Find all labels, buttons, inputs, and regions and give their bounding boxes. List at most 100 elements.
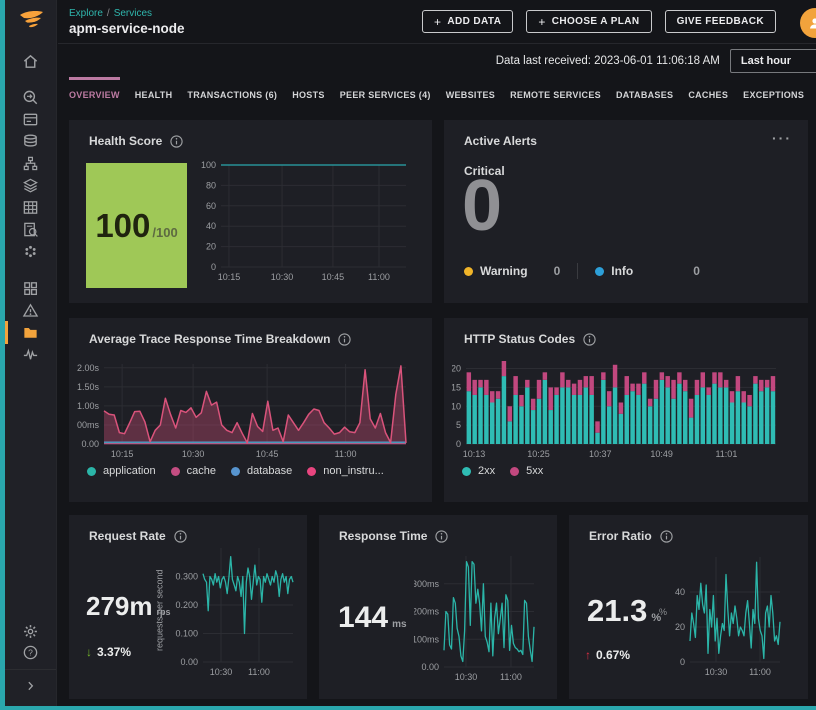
add-data-button[interactable]: + ADD DATA xyxy=(421,10,514,33)
tab-peer-services-4[interactable]: PEER SERVICES (4) xyxy=(340,77,431,110)
solarwinds-swoosh-icon xyxy=(19,11,43,28)
sidebar-item-apps[interactable] xyxy=(5,279,57,298)
give-feedback-button[interactable]: GIVE FEEDBACK xyxy=(664,10,776,33)
error-ratio-trend: ↑ 0.67% xyxy=(585,648,631,662)
breadcrumb-explore[interactable]: Explore xyxy=(69,8,103,19)
request-rate-trend: ↓ 3.37% xyxy=(86,645,132,659)
sidebar-expand-button[interactable] xyxy=(5,670,56,701)
alerts-summary-row: Warning 0 Info 0 xyxy=(464,263,700,279)
warning-label: Warning xyxy=(480,264,528,278)
svg-text:300ms: 300ms xyxy=(414,579,439,589)
http-status-legend: 2xx 5xx xyxy=(462,465,543,477)
help-icon: ? xyxy=(23,645,38,659)
warning-dot xyxy=(464,266,473,276)
svg-text:0: 0 xyxy=(680,657,685,667)
topology-icon xyxy=(23,156,38,171)
legend-dot xyxy=(462,466,471,476)
legend-item-application[interactable]: application xyxy=(87,465,156,477)
explore-icon xyxy=(23,90,38,105)
tab-health[interactable]: HEALTH xyxy=(135,77,173,110)
legend-item-non-instru-[interactable]: non_instru... xyxy=(307,465,384,477)
svg-text:100: 100 xyxy=(201,160,216,170)
svg-text:0.00: 0.00 xyxy=(81,439,99,449)
sidebar-item-database[interactable] xyxy=(5,132,57,151)
health-score-value: 100 xyxy=(95,206,151,244)
sidebar-item-panel[interactable] xyxy=(5,110,57,129)
svg-text:5: 5 xyxy=(456,420,461,430)
sidebar-item-log-search[interactable] xyxy=(5,220,57,239)
legend-item-cache[interactable]: cache xyxy=(170,465,216,477)
svg-text:0.00: 0.00 xyxy=(421,662,439,672)
legend-item-5xx[interactable]: 5xx xyxy=(510,465,543,477)
tab-hosts[interactable]: HOSTS xyxy=(292,77,325,110)
svg-text:10:15: 10:15 xyxy=(218,272,241,282)
breadcrumb-separator: / xyxy=(106,7,110,19)
critical-count: 0 xyxy=(462,166,503,246)
health-score-value-box: 100 /100 xyxy=(86,163,187,288)
svg-text:20: 20 xyxy=(452,364,461,374)
info-icon[interactable] xyxy=(660,529,673,543)
time-range-picker[interactable]: Last hour xyxy=(729,48,816,73)
legend-item-2xx[interactable]: 2xx xyxy=(462,465,495,477)
sidebar-item-services-folder[interactable] xyxy=(4,320,57,344)
pulse-icon xyxy=(23,347,38,359)
health-score-chart: 0 20 40 60 80 100 10:15 10:30 10:45 11:00 xyxy=(201,160,406,282)
svg-text:10:30: 10:30 xyxy=(455,672,478,682)
tab-exceptions[interactable]: EXCEPTIONS xyxy=(743,77,804,110)
sidebar-item-pulse[interactable] xyxy=(5,345,57,364)
sidebar-item-alerts[interactable] xyxy=(5,301,57,320)
info-icon[interactable] xyxy=(170,134,184,148)
page-title: apm-service-node xyxy=(69,20,185,36)
info-icon[interactable] xyxy=(174,529,187,543)
sidebar-item-table[interactable] xyxy=(5,198,57,217)
svg-text:11:00: 11:00 xyxy=(335,449,357,459)
svg-text:10:45: 10:45 xyxy=(322,272,345,282)
trace-breakdown-chart: 0.00 500ms 1.00s 1.50s 2.00s 10:15 10:30 10:45 1… xyxy=(77,363,407,459)
data-last-received: Data last received: 2023-06-01 11:06:18 … xyxy=(495,54,720,67)
tab-remote-services[interactable]: REMOTE SERVICES xyxy=(510,77,601,110)
breadcrumb-services[interactable]: Services xyxy=(114,8,152,19)
table-icon xyxy=(23,201,38,214)
svg-text:11:00: 11:00 xyxy=(500,672,522,682)
info-icon[interactable] xyxy=(435,529,449,543)
sidebar-item-settings[interactable] xyxy=(5,622,57,641)
info-icon[interactable] xyxy=(338,332,352,346)
sidebar-item-cluster[interactable] xyxy=(5,242,57,261)
time-range-label: Last hour xyxy=(740,54,791,67)
tab-websites[interactable]: WEBSITES xyxy=(446,77,495,110)
database-icon xyxy=(24,134,37,147)
sidebar-item-topology[interactable] xyxy=(5,154,57,173)
choose-a-plan-button[interactable]: + CHOOSE A PLAN xyxy=(526,10,652,33)
sidebar-item-help[interactable]: ? xyxy=(5,643,57,662)
tab-transactions-6[interactable]: TRANSACTIONS (6) xyxy=(187,77,277,110)
chevron-right-icon xyxy=(28,681,34,691)
plus-icon: + xyxy=(538,14,546,29)
svg-text:10:25: 10:25 xyxy=(527,449,550,459)
health-score-panel-title: Health Score xyxy=(89,134,184,148)
info-icon[interactable] xyxy=(583,332,596,346)
http-status-chart: 0 5 10 15 20 10:13 10:25 10:37 10:49 11:01 xyxy=(452,361,776,459)
svg-text:500ms: 500ms xyxy=(77,420,99,430)
error-ratio-chart: 0 20 40 10:30 11:00 xyxy=(675,557,781,677)
svg-text:2.00s: 2.00s xyxy=(77,363,99,373)
legend-dot xyxy=(230,466,240,476)
tab-databases[interactable]: DATABASES xyxy=(616,77,673,110)
tab-caches[interactable]: CACHES xyxy=(688,77,728,110)
alerts-icon xyxy=(22,303,39,317)
svg-text:10:30: 10:30 xyxy=(210,667,233,677)
svg-text:11:00: 11:00 xyxy=(368,272,390,282)
svg-text:20: 20 xyxy=(675,622,685,632)
solarwinds-logo[interactable] xyxy=(18,9,44,38)
warning-count: 0 xyxy=(553,264,561,278)
sidebar-item-layers[interactable] xyxy=(5,176,57,195)
log-search-icon xyxy=(24,222,38,237)
svg-text:11:00: 11:00 xyxy=(248,667,270,677)
legend-item-database[interactable]: database xyxy=(230,465,292,477)
panel-menu-icon[interactable]: ··· xyxy=(772,130,792,146)
sidebar-item-home[interactable] xyxy=(5,52,57,71)
tab-overview[interactable]: OVERVIEW xyxy=(69,77,120,110)
sidebar-nav xyxy=(4,50,57,365)
sidebar-item-explore[interactable] xyxy=(5,88,57,107)
svg-text:60: 60 xyxy=(206,201,216,211)
svg-text:10: 10 xyxy=(452,401,461,411)
